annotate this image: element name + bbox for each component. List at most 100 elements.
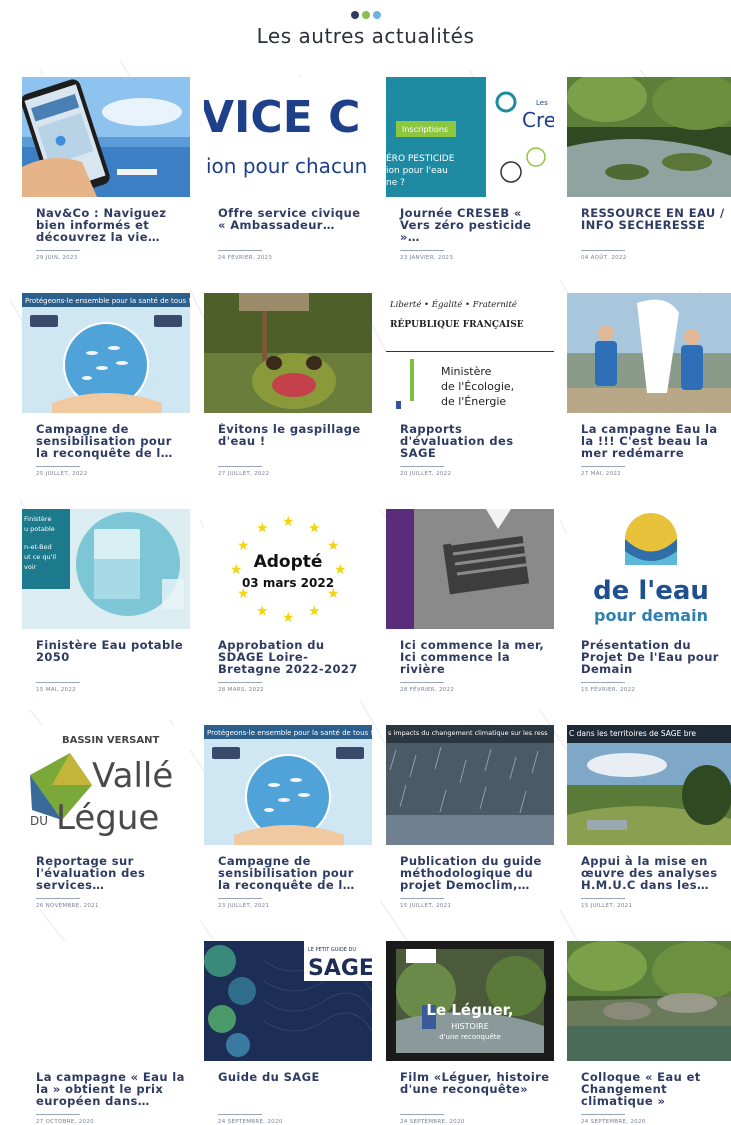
- news-card-thumbnail[interactable]: Inscriptions ÉRO PESTICIDE ion pour l'ea…: [386, 77, 554, 197]
- svg-text:★: ★: [282, 610, 295, 626]
- news-card-thumbnail[interactable]: Finistère u potable n-et-Bed ut ce qu'il…: [22, 509, 190, 629]
- news-card-thumbnail[interactable]: Protégeons-le ensemble pour la santé de …: [204, 725, 372, 845]
- svg-text:Finistère: Finistère: [24, 515, 51, 523]
- news-card-title[interactable]: La campagne « Eau la la » obtient le pri…: [22, 1071, 190, 1109]
- news-card-divider: [400, 466, 444, 467]
- news-card-thumbnail[interactable]: s impacts du changement climatique sur l…: [386, 725, 554, 845]
- news-card-title[interactable]: Offre service civique « Ambassadeur…: [204, 207, 372, 245]
- news-card-date: 28 MARS, 2022: [218, 687, 264, 693]
- news-card[interactable]: Inscriptions ÉRO PESTICIDE ion pour l'ea…: [386, 77, 554, 261]
- news-card-title[interactable]: Publication du guide méthodologique du p…: [386, 855, 554, 893]
- svg-text:d'une reconquête: d'une reconquête: [439, 1033, 501, 1041]
- news-card[interactable]: Protégeons-le ensemble pour la santé de …: [22, 293, 190, 477]
- news-card[interactable]: RESSOURCE EN EAU / INFO SECHERESSE 04 AOÛ…: [567, 77, 731, 261]
- news-card-thumbnail[interactable]: Le Léguer, HISTOIRE d'une reconquête: [386, 941, 554, 1061]
- news-card-title[interactable]: Rapports d'évaluation des SAGE: [386, 423, 554, 461]
- news-card-title[interactable]: Ici commence la mer, Ici commence la riv…: [386, 639, 554, 677]
- svg-text:★: ★: [282, 514, 295, 530]
- news-card-thumbnail[interactable]: [386, 509, 554, 629]
- svg-text:Vallé: Vallé: [92, 756, 173, 796]
- news-card-thumbnail[interactable]: Protégeons-le ensemble pour la santé de …: [22, 293, 190, 413]
- news-card-title[interactable]: Présentation du Projet De l'Eau pour Dem…: [567, 639, 731, 677]
- news-card[interactable]: Colloque « Eau et Changement climatique …: [567, 941, 731, 1125]
- news-card[interactable]: Ici commence la mer, Ici commence la riv…: [386, 509, 554, 693]
- news-card-thumbnail[interactable]: [567, 293, 731, 413]
- svg-text:★: ★: [237, 538, 250, 554]
- news-card[interactable]: Finistère u potable n-et-Bed ut ce qu'il…: [22, 509, 190, 693]
- news-card[interactable]: LE PETIT GUIDE DU SAGE Guide du SAGE 24 S…: [204, 941, 372, 1125]
- svg-text:★: ★: [308, 520, 321, 536]
- news-card-divider: [400, 1114, 444, 1115]
- svg-text:ÉRO PESTICIDE: ÉRO PESTICIDE: [386, 152, 455, 164]
- svg-text:Les: Les: [536, 99, 548, 107]
- news-card-thumbnail[interactable]: VICE C ion pour chacun: [204, 77, 372, 197]
- news-card-thumbnail[interactable]: [204, 293, 372, 413]
- news-card-thumbnail[interactable]: [22, 77, 190, 197]
- news-card-thumbnail[interactable]: LE PETIT GUIDE DU SAGE: [204, 941, 372, 1061]
- news-card-title[interactable]: Reportage sur l'évaluation des services…: [22, 855, 190, 893]
- news-card-divider: [36, 682, 80, 683]
- svg-text:LE PETIT GUIDE DU: LE PETIT GUIDE DU: [308, 947, 356, 953]
- news-card-title[interactable]: Film «Léguer, histoire d'une reconquête»: [386, 1071, 554, 1109]
- news-card-title[interactable]: Évitons le gaspillage d'eau !: [204, 423, 372, 461]
- svg-text:03 mars 2022: 03 mars 2022: [242, 576, 334, 590]
- svg-text:VICE C: VICE C: [204, 92, 360, 143]
- svg-text:ion pour chacun: ion pour chacun: [206, 154, 367, 178]
- news-card-title[interactable]: RESSOURCE EN EAU / INFO SECHERESSE: [567, 207, 731, 245]
- news-card-date: 28 FÉVRIER, 2022: [400, 687, 455, 693]
- news-card-title[interactable]: Campagne de sensibilisation pour la reco…: [204, 855, 372, 893]
- news-card[interactable]: La campagne Eau la la !!! C'est beau la …: [567, 293, 731, 477]
- news-card-title[interactable]: Approbation du SDAGE Loire-Bretagne 2022…: [204, 639, 372, 677]
- news-card-divider: [581, 1114, 625, 1115]
- news-card-thumbnail[interactable]: BASSIN VERSANT Vallé DU Légue: [22, 725, 190, 845]
- svg-text:de l'Énergie: de l'Énergie: [441, 395, 506, 408]
- news-card-thumbnail[interactable]: [22, 941, 190, 1061]
- svg-text:★: ★: [230, 562, 243, 578]
- news-card-date: 24 FÉVRIER, 2023: [218, 255, 273, 261]
- news-card-title[interactable]: Campagne de sensibilisation pour la reco…: [22, 423, 190, 461]
- news-card[interactable]: de l'eau pour demain Présentation du Pro…: [567, 509, 731, 693]
- svg-text:BASSIN VERSANT: BASSIN VERSANT: [62, 735, 159, 746]
- news-card-date: 24 SEPTEMBRE, 2020: [218, 1119, 283, 1125]
- news-card[interactable]: Nav&Co : Naviguez bien informés et décou…: [22, 77, 190, 261]
- svg-text:ne ?: ne ?: [386, 178, 405, 188]
- news-card[interactable]: La campagne « Eau la la » obtient le pri…: [22, 941, 190, 1125]
- news-card-date: 24 SEPTEMBRE, 2020: [400, 1119, 465, 1125]
- news-card[interactable]: VICE C ion pour chacun Offre service civ…: [204, 77, 372, 261]
- svg-text:★: ★: [334, 562, 347, 578]
- news-card-divider: [218, 898, 262, 899]
- svg-text:Liberté • Égalité • Fraternité: Liberté • Égalité • Fraternité: [389, 298, 517, 310]
- news-card[interactable]: Liberté • Égalité • Fraternité RÉPUBLIQU…: [386, 293, 554, 477]
- news-card-title[interactable]: La campagne Eau la la !!! C'est beau la …: [567, 423, 731, 461]
- svg-text:Ministère: Ministère: [441, 365, 492, 378]
- news-card-divider: [36, 1114, 80, 1115]
- news-card-thumbnail[interactable]: [567, 941, 731, 1061]
- svg-text:de l'Écologie,: de l'Écologie,: [441, 380, 514, 393]
- news-card-thumbnail[interactable]: de l'eau pour demain: [567, 509, 731, 629]
- news-card[interactable]: Le Léguer, HISTOIRE d'une reconquête Fil…: [386, 941, 554, 1125]
- news-card-divider: [581, 466, 625, 467]
- news-card-title[interactable]: Guide du SAGE: [204, 1071, 372, 1109]
- news-card[interactable]: ★ ★ ★ ★ ★ ★ ★ ★ ★ ★ ★ ★ Adopté 03 mars 2022 Approba…: [204, 509, 372, 693]
- svg-text:RÉPUBLIQUE FRANÇAISE: RÉPUBLIQUE FRANÇAISE: [390, 318, 524, 330]
- news-card-title[interactable]: Colloque « Eau et Changement climatique …: [567, 1071, 731, 1109]
- news-card-divider: [36, 250, 80, 251]
- news-card-title[interactable]: Nav&Co : Naviguez bien informés et décou…: [22, 207, 190, 245]
- news-card-thumbnail[interactable]: ★ ★ ★ ★ ★ ★ ★ ★ ★ ★ ★ ★ Adopté 03 mars 2022: [204, 509, 372, 629]
- news-card[interactable]: Évitons le gaspillage d'eau ! 27 JUILLET,…: [204, 293, 372, 477]
- news-card-title[interactable]: Appui à la mise en œuvre des analyses H.…: [567, 855, 731, 893]
- news-card-thumbnail[interactable]: Liberté • Égalité • Fraternité RÉPUBLIQU…: [386, 293, 554, 413]
- news-card-divider: [581, 898, 625, 899]
- news-card[interactable]: s impacts du changement climatique sur l…: [386, 725, 554, 909]
- news-card-title[interactable]: Finistère Eau potable 2050: [22, 639, 190, 677]
- news-card[interactable]: BASSIN VERSANT Vallé DU Légue Reportage …: [22, 725, 190, 909]
- news-card[interactable]: C dans les territoires de SAGE bre Appui…: [567, 725, 731, 909]
- news-card-thumbnail[interactable]: [567, 77, 731, 197]
- dot-navy: [350, 11, 359, 19]
- svg-text:de l'eau: de l'eau: [593, 576, 709, 606]
- news-card-date: 15 JUILLET, 2021: [581, 903, 633, 909]
- news-card-thumbnail[interactable]: C dans les territoires de SAGE bre: [567, 725, 731, 845]
- news-card-title[interactable]: Journée CRESEB « Vers zéro pesticide »…: [386, 207, 554, 245]
- news-card-divider: [400, 682, 444, 683]
- news-card[interactable]: Protégeons-le ensemble pour la santé de …: [204, 725, 372, 909]
